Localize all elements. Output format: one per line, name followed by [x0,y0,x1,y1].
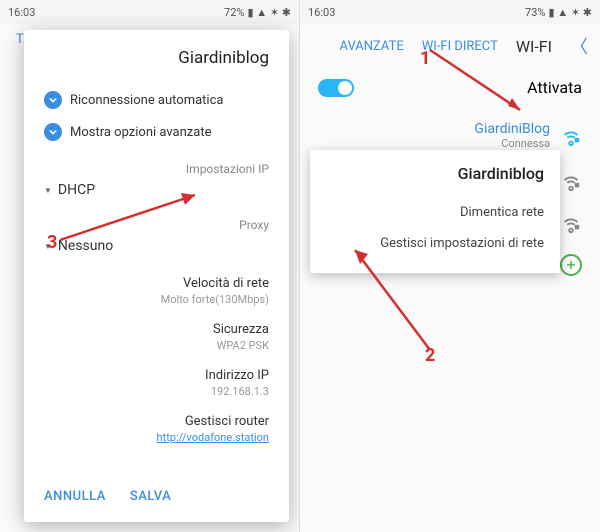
show-advanced-row[interactable]: Mostra opzioni avanzate [44,116,269,148]
plus-icon: + [560,254,582,276]
cancel-button[interactable]: ANNULLA [44,489,106,504]
wifi-title: WI-FI [516,37,552,56]
wifi-locked-icon [560,170,582,192]
network-settings-dialog: Giardiniblog Riconnessione automatica Mo… [24,30,289,522]
wifi-header: 〉 WI-FI WI-FI DIRECT AVANZATE [300,24,600,68]
status-time: 16:03 [308,6,335,19]
wifi-name: GiardiniBlog [318,121,550,137]
proxy-value: Nessuno [58,238,113,254]
auto-reconnect-label: Riconnessione automatica [70,93,223,108]
forget-network-item[interactable]: Dimentica rete [326,197,544,228]
status-icons: 73%▮ ▲ ✶ ✱ [525,6,592,19]
wifi-status: Connessa [318,137,550,150]
toggle-label: Attivata [527,78,582,97]
proxy-label: Proxy [44,218,269,232]
avanzate-link[interactable]: AVANZATE [340,39,404,54]
show-advanced-label: Mostra opzioni avanzate [70,125,211,140]
security-value: WPA2 PSK [44,339,269,352]
save-button[interactable]: SALVA [130,489,171,504]
security-block: Sicurezza WPA2 PSK [44,322,269,352]
dialog-actions: ANNULLA SALVA [44,475,269,504]
annotation-number-1: 1 [420,48,430,69]
dialog-title: Giardiniblog [44,48,269,68]
wifi-locked-icon [560,212,582,234]
wifi-toggle[interactable] [318,79,354,97]
status-bar-left: 16:03 72%▮ ▲ ✶ ✱ [0,0,299,24]
ip-settings-label: Impostazioni IP [44,162,269,176]
auto-reconnect-row[interactable]: Riconnessione automatica [44,84,269,116]
chevron-down-icon [44,123,62,141]
router-label: Gestisci router [44,414,269,429]
wifi-locked-icon [560,125,582,147]
status-bar-right: 16:03 73%▮ ▲ ✶ ✱ [300,0,600,24]
proxy-dropdown[interactable]: Nessuno ▼ [44,232,269,260]
wifi-toggle-row: Attivata [300,68,600,107]
network-context-popup: Giardiniblog Dimentica rete Gestisci imp… [310,150,560,273]
back-chevron-icon[interactable]: 〉 [570,33,588,59]
status-time: 16:03 [8,6,35,19]
ip-address-block: Indirizzo IP 192.168.1.3 [44,368,269,398]
network-speed-block: Velocità di rete Molto forte(130Mbps) [44,276,269,306]
popup-title: Giardiniblog [326,164,544,183]
security-label: Sicurezza [44,322,269,337]
manage-network-item[interactable]: Gestisci impostazioni di rete [326,228,544,259]
screen-dialog: 16:03 72%▮ ▲ ✶ ✱ TE Giardiniblog Riconne… [0,0,300,532]
ip-settings-dropdown[interactable]: DHCP ▼ [44,176,269,204]
ip-settings-value: DHCP [58,182,95,198]
router-link[interactable]: http://vodafone.station [44,431,269,444]
speed-label: Velocità di rete [44,276,269,291]
speed-value: Molto forte(130Mbps) [44,293,269,306]
chevron-down-icon [44,91,62,109]
dropdown-triangle-icon: ▼ [44,186,52,195]
screen-wifi-list: 16:03 73%▮ ▲ ✶ ✱ 〉 WI-FI WI-FI DIRECT AV… [300,0,600,532]
annotation-number-2: 2 [425,345,435,366]
wifi-direct-link[interactable]: WI-FI DIRECT [422,39,498,54]
annotation-number-3: 3 [47,232,57,253]
ip-value: 192.168.1.3 [44,385,269,398]
ip-label: Indirizzo IP [44,368,269,383]
status-icons: 72%▮ ▲ ✶ ✱ [224,6,291,19]
router-block: Gestisci router http://vodafone.station [44,414,269,444]
